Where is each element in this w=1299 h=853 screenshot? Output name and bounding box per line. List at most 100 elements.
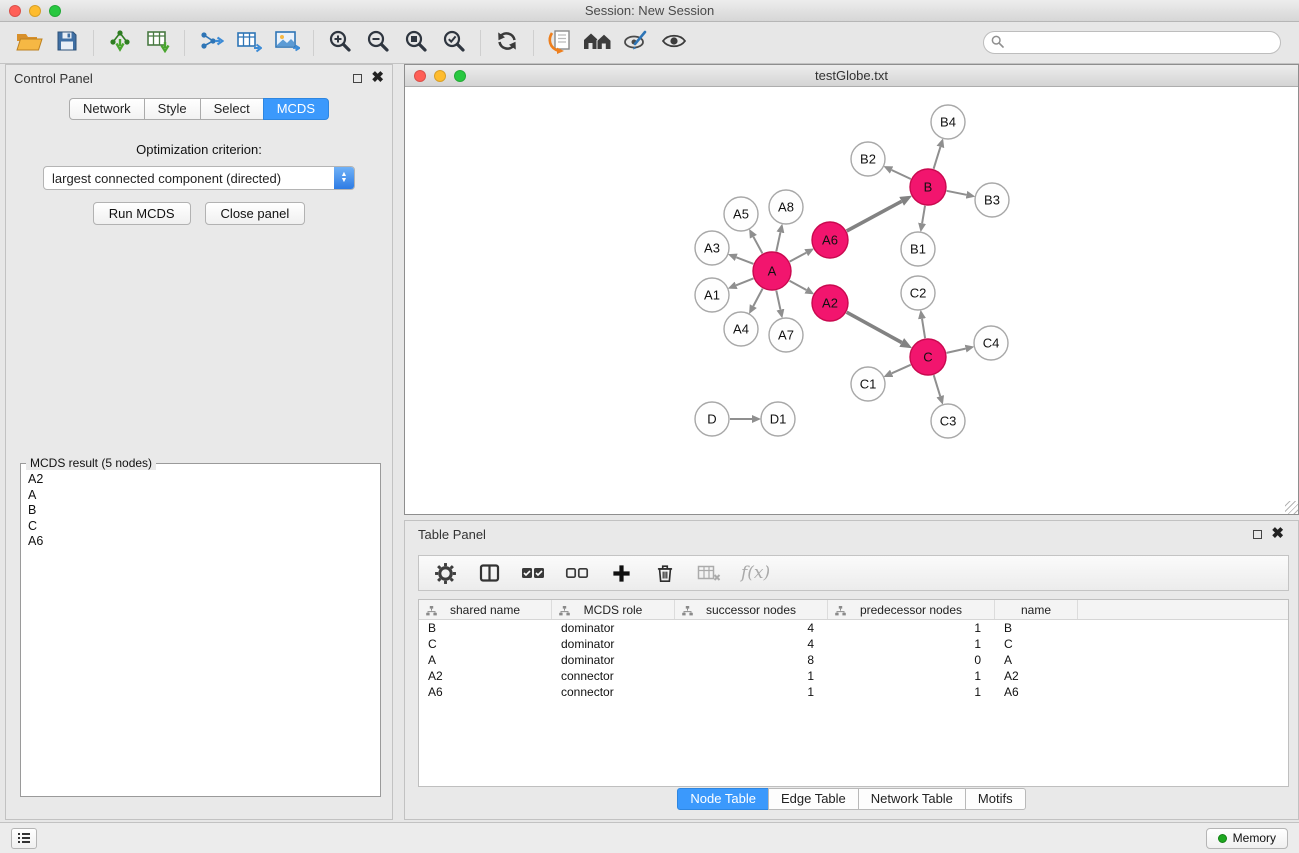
- table-row[interactable]: Adominator80A: [419, 652, 1288, 668]
- graph-node-C1[interactable]: C1: [851, 367, 885, 401]
- graph-node-A5[interactable]: A5: [724, 197, 758, 231]
- column-header-predecessor-nodes[interactable]: predecessor nodes: [828, 600, 995, 619]
- graph-node-A[interactable]: A: [753, 252, 791, 290]
- graph-edge-C-C1[interactable]: [892, 365, 911, 374]
- graph-node-A1[interactable]: A1: [695, 278, 729, 312]
- graph-node-C[interactable]: C: [910, 339, 946, 375]
- deselect-all-button[interactable]: [565, 559, 589, 587]
- graph-edge-C-C2[interactable]: [922, 319, 925, 339]
- graph-node-A4[interactable]: A4: [724, 312, 758, 346]
- close-panel-button[interactable]: Close panel: [205, 202, 306, 225]
- table-row[interactable]: Bdominator41B: [419, 620, 1288, 636]
- graph-node-B4[interactable]: B4: [931, 105, 965, 139]
- column-header-mcds-role[interactable]: MCDS role: [552, 600, 675, 619]
- column-header-shared-name[interactable]: shared name: [419, 600, 552, 619]
- show-columns-button[interactable]: [477, 559, 501, 587]
- graph-node-A6[interactable]: A6: [812, 222, 848, 258]
- show-details-button[interactable]: [655, 25, 693, 61]
- graph-edge-C-C3[interactable]: [934, 375, 941, 396]
- graph-edge-C-C4[interactable]: [947, 349, 966, 353]
- graph-node-C2[interactable]: C2: [901, 276, 935, 310]
- mcds-result-item[interactable]: A: [28, 488, 380, 504]
- tab-network-table[interactable]: Network Table: [858, 788, 966, 810]
- run-mcds-button[interactable]: Run MCDS: [93, 202, 191, 225]
- graph-edge-A-A7[interactable]: [776, 291, 780, 310]
- zoom-view-button[interactable]: [454, 70, 466, 82]
- graph-edge-A-A4[interactable]: [753, 289, 762, 307]
- network-window-titlebar[interactable]: testGlobe.txt: [405, 65, 1298, 87]
- save-session-button[interactable]: [48, 25, 86, 61]
- mcds-result-item[interactable]: C: [28, 519, 380, 535]
- export-network-button[interactable]: [192, 25, 230, 61]
- graph-node-A2[interactable]: A2: [812, 285, 848, 321]
- graph-edge-A2-C[interactable]: [847, 312, 902, 342]
- graph-edge-A-A3[interactable]: [736, 257, 753, 264]
- network-graph[interactable]: AA6A2BCA1A3A4A5A7A8B1B2B3B4C1C2C3C4DD1: [405, 88, 1298, 514]
- tab-motifs[interactable]: Motifs: [965, 788, 1026, 810]
- tab-network[interactable]: Network: [69, 98, 145, 120]
- mcds-result-item[interactable]: A6: [28, 534, 380, 550]
- graph-node-C3[interactable]: C3: [931, 404, 965, 438]
- toolbar-search[interactable]: [983, 31, 1281, 54]
- close-window-button[interactable]: [9, 5, 21, 17]
- graph-node-D[interactable]: D: [695, 402, 729, 436]
- tab-style[interactable]: Style: [144, 98, 201, 120]
- graph-edge-B-B1[interactable]: [922, 206, 925, 224]
- float-panel-icon[interactable]: [1253, 530, 1262, 539]
- export-table-button[interactable]: [230, 25, 268, 61]
- zoom-out-button[interactable]: [359, 25, 397, 61]
- criterion-dropdown[interactable]: largest connected component (directed) ▲…: [43, 166, 355, 190]
- column-header-successor-nodes[interactable]: successor nodes: [675, 600, 828, 619]
- task-history-button[interactable]: [11, 828, 37, 849]
- select-all-button[interactable]: [521, 559, 545, 587]
- graph-edge-A6-B[interactable]: [847, 201, 902, 231]
- delete-column-button[interactable]: [653, 559, 677, 587]
- resize-handle[interactable]: [1285, 501, 1298, 514]
- refresh-button[interactable]: [488, 25, 526, 61]
- zoom-window-button[interactable]: [49, 5, 61, 17]
- tab-node-table[interactable]: Node Table: [677, 788, 769, 810]
- gear-button[interactable]: [433, 559, 457, 587]
- add-column-button[interactable]: [609, 559, 633, 587]
- mcds-result-list[interactable]: A2ABCA6: [21, 464, 380, 550]
- column-header-name[interactable]: name: [995, 600, 1078, 619]
- graph-node-C4[interactable]: C4: [974, 326, 1008, 360]
- graph-node-B2[interactable]: B2: [851, 142, 885, 176]
- table-row[interactable]: Cdominator41C: [419, 636, 1288, 652]
- open-session-button[interactable]: [10, 25, 48, 61]
- graph-edge-A-A1[interactable]: [736, 278, 753, 285]
- zoom-selected-button[interactable]: [435, 25, 473, 61]
- graph-node-D1[interactable]: D1: [761, 402, 795, 436]
- table-row[interactable]: A6connector11A6: [419, 684, 1288, 700]
- close-panel-icon[interactable]: ✖: [371, 73, 384, 83]
- zoom-fit-button[interactable]: [397, 25, 435, 61]
- search-input[interactable]: [1009, 36, 1273, 50]
- mcds-result-item[interactable]: B: [28, 503, 380, 519]
- open-file-button[interactable]: [541, 25, 579, 61]
- import-table-button[interactable]: [139, 25, 177, 61]
- close-panel-icon[interactable]: ✖: [1271, 529, 1284, 539]
- graph-edge-A-A6[interactable]: [790, 253, 807, 262]
- network-canvas[interactable]: AA6A2BCA1A3A4A5A7A8B1B2B3B4C1C2C3C4DD1: [405, 88, 1298, 514]
- graph-node-B3[interactable]: B3: [975, 183, 1009, 217]
- mcds-result-item[interactable]: A2: [28, 472, 380, 488]
- graph-edge-B-B3[interactable]: [947, 191, 967, 195]
- graph-node-A8[interactable]: A8: [769, 190, 803, 224]
- annotation-button[interactable]: [617, 25, 655, 61]
- memory-button[interactable]: Memory: [1206, 828, 1288, 849]
- graph-edge-A-A8[interactable]: [776, 232, 780, 251]
- home-button[interactable]: [579, 25, 617, 61]
- graph-edge-A-A5[interactable]: [753, 237, 762, 254]
- zoom-in-button[interactable]: [321, 25, 359, 61]
- minimize-view-button[interactable]: [434, 70, 446, 82]
- table-row[interactable]: A2connector11A2: [419, 668, 1288, 684]
- tab-edge-table[interactable]: Edge Table: [768, 788, 859, 810]
- export-image-button[interactable]: [268, 25, 306, 61]
- minimize-window-button[interactable]: [29, 5, 41, 17]
- graph-edge-B-B2[interactable]: [892, 170, 911, 179]
- graph-node-A3[interactable]: A3: [695, 231, 729, 265]
- graph-node-A7[interactable]: A7: [769, 318, 803, 352]
- graph-node-B[interactable]: B: [910, 169, 946, 205]
- float-panel-icon[interactable]: [353, 74, 362, 83]
- function-builder-button[interactable]: f(x): [741, 559, 770, 587]
